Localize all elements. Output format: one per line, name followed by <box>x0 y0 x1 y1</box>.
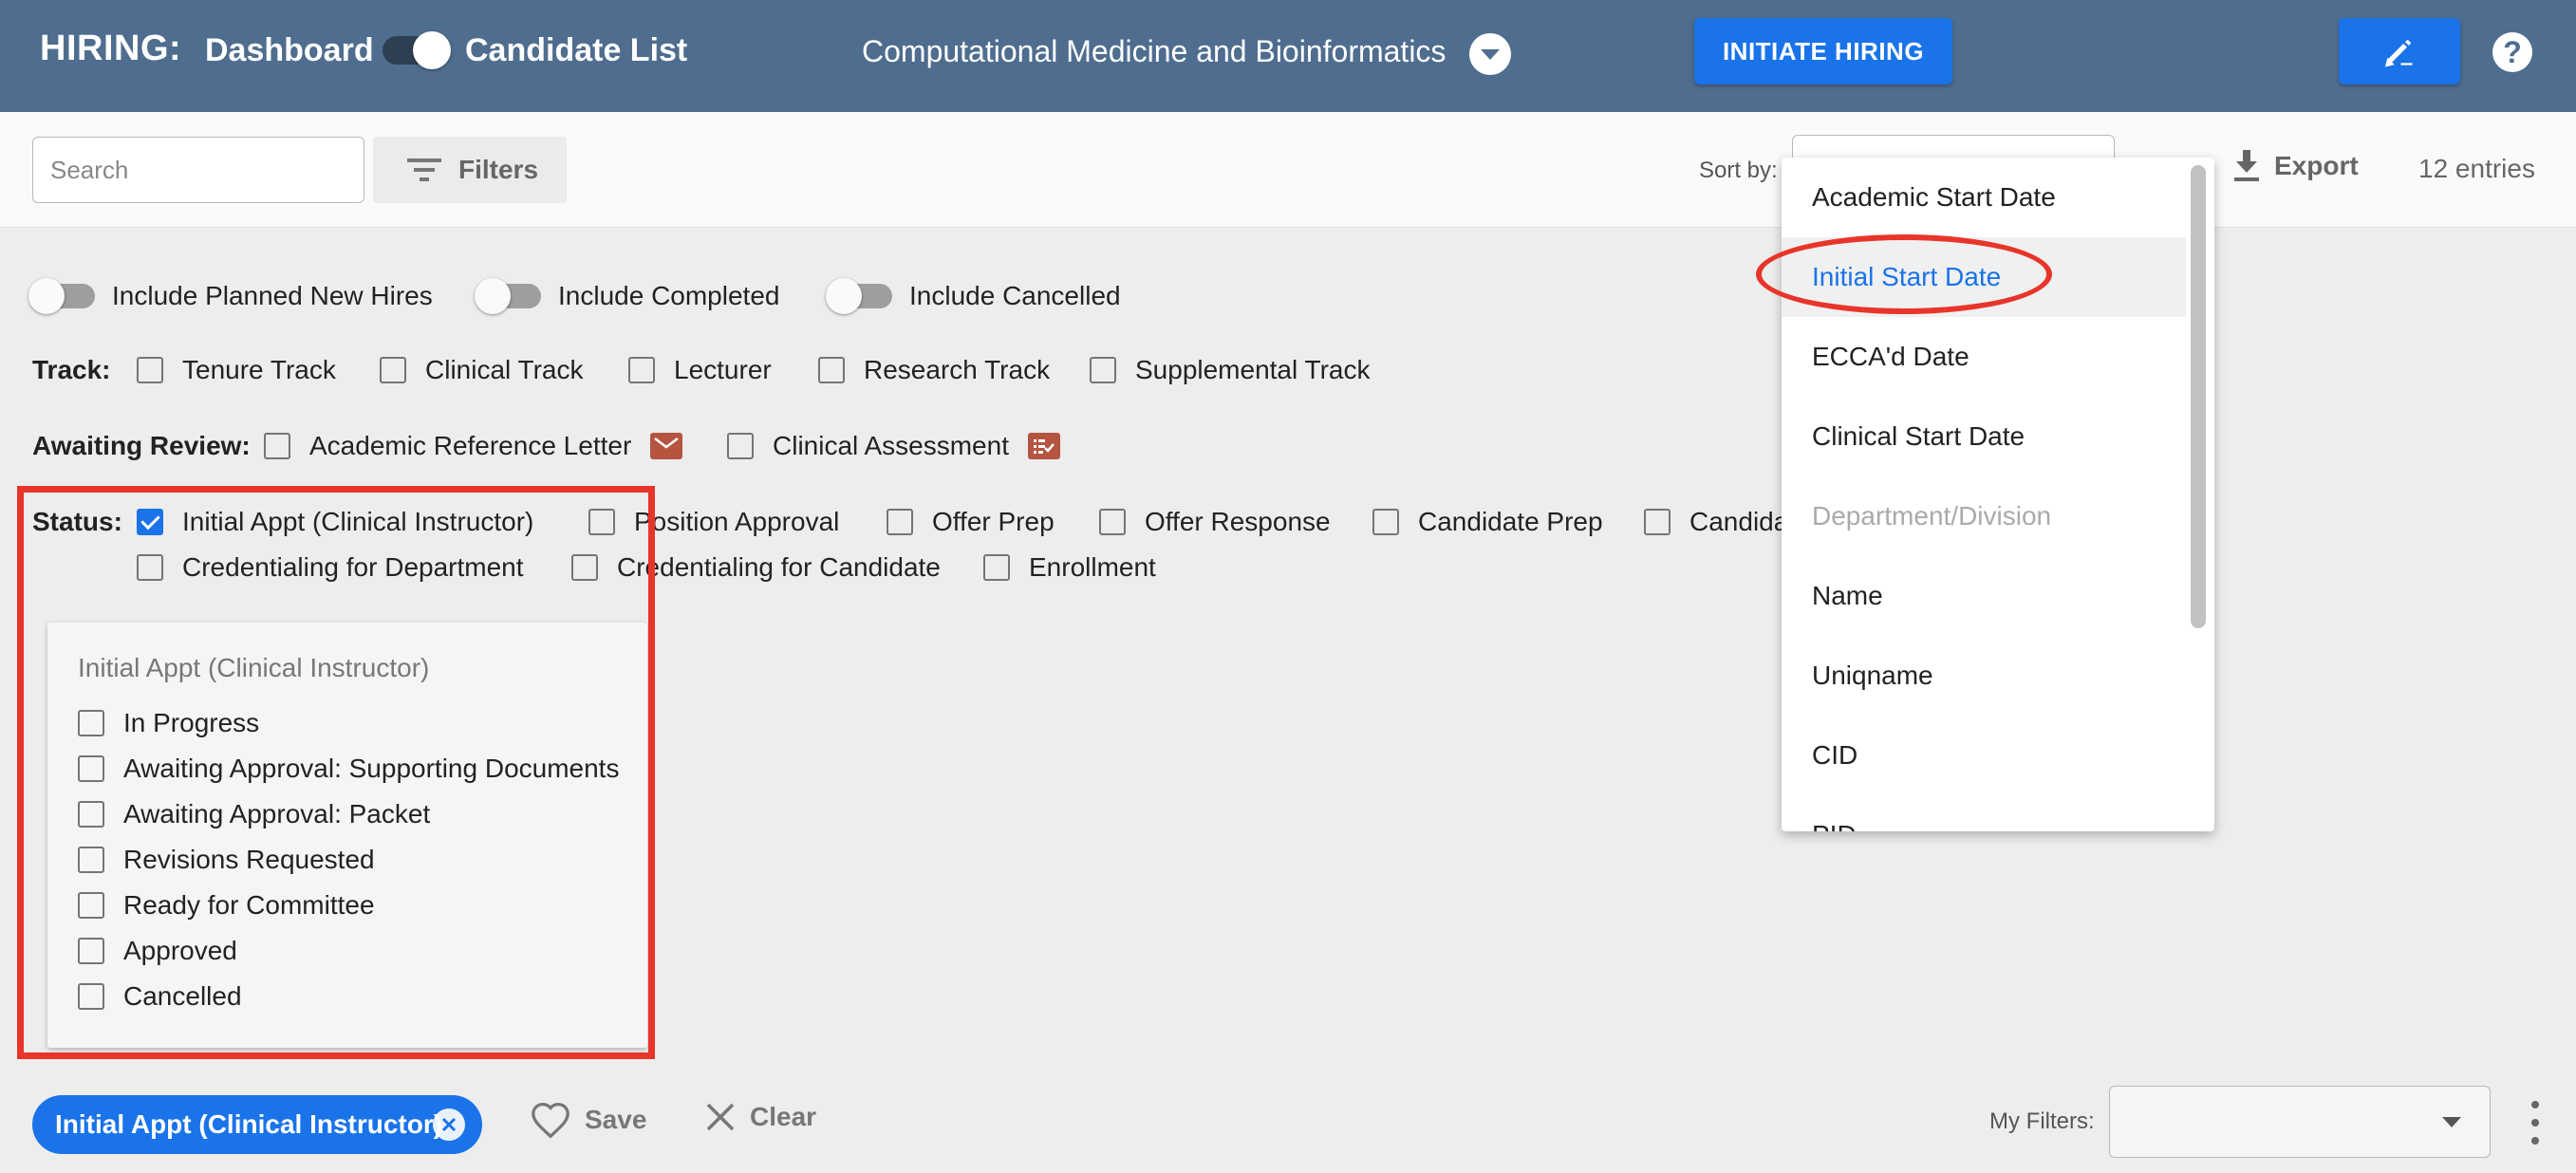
sort-option-department-division: Department/Division <box>1812 501 2052 531</box>
heart-icon <box>532 1102 569 1139</box>
envelope-icon <box>650 433 683 459</box>
clear-label: Clear <box>750 1102 817 1131</box>
sort-option-pid[interactable]: PID <box>1782 795 2186 831</box>
view-toggle-knob <box>413 31 451 69</box>
toggle-label: Include Completed <box>558 281 780 310</box>
save-label: Save <box>585 1105 647 1134</box>
sort-option-name[interactable]: Name <box>1782 556 2186 636</box>
view-toggle[interactable] <box>383 31 451 69</box>
filters-label: Filters <box>458 155 539 184</box>
toggle-cancelled[interactable]: Include Cancelled <box>826 278 1121 314</box>
awaiting-review-label: Awaiting Review: <box>32 431 251 460</box>
status-enrollment-checkbox[interactable]: Enrollment <box>983 552 1156 583</box>
status-offer-prep-checkbox[interactable]: Offer Prep <box>887 507 1055 537</box>
clear-button[interactable]: Clear <box>704 1101 816 1133</box>
dashboard-view-link[interactable]: Dashboard <box>205 32 374 69</box>
track-label: Track: <box>32 355 111 384</box>
track-supplemental-checkbox[interactable]: Supplemental Track <box>1090 355 1370 385</box>
sort-option-eccad-date[interactable]: ECCA'd Date <box>1782 317 2186 397</box>
save-button[interactable]: Save <box>530 1101 646 1139</box>
toggle-switch[interactable] <box>826 278 892 314</box>
close-icon <box>706 1103 735 1131</box>
review-reference-letter-checkbox[interactable]: Academic Reference Letter <box>264 431 683 461</box>
search-input[interactable] <box>32 137 364 203</box>
department-select[interactable]: Computational Medicine and Bioinformatic… <box>862 34 1446 69</box>
track-lecturer-checkbox[interactable]: Lecturer <box>628 355 772 385</box>
app-label: HIRING: <box>40 28 182 68</box>
track-tenure-checkbox[interactable]: Tenure Track <box>137 355 336 385</box>
toggle-label: Include Planned New Hires <box>112 281 433 310</box>
dropdown-scrollbar[interactable] <box>2191 165 2206 628</box>
sort-option-clinical-start-date[interactable]: Clinical Start Date <box>1782 397 2186 476</box>
candidate-list-view-link[interactable]: Candidate List <box>465 32 687 69</box>
sort-by-label: Sort by: <box>1699 158 1778 183</box>
track-research-checkbox[interactable]: Research Track <box>818 355 1050 385</box>
status-candidate-checkbox[interactable]: Candida <box>1644 507 1788 537</box>
close-icon[interactable] <box>433 1108 465 1141</box>
highlight-ellipse <box>1756 234 2052 314</box>
toggle-completed[interactable]: Include Completed <box>475 278 780 314</box>
toggle-switch[interactable] <box>475 278 541 314</box>
export-button[interactable]: Export <box>2232 150 2359 182</box>
edit-pencil-icon <box>2384 40 2413 67</box>
help-icon[interactable]: ? <box>2492 32 2532 72</box>
toggle-label: Include Cancelled <box>909 281 1121 310</box>
edit-button[interactable] <box>2339 18 2460 84</box>
checklist-icon <box>1027 433 1060 459</box>
download-icon <box>2234 150 2259 181</box>
app-header: HIRING: Dashboard Candidate List Computa… <box>0 0 2576 112</box>
highlight-rectangle <box>17 486 655 1059</box>
filters-button[interactable]: Filters <box>373 137 567 203</box>
toggle-switch[interactable] <box>28 278 95 314</box>
toggle-planned-new-hires[interactable]: Include Planned New Hires <box>28 278 433 314</box>
sort-option-academic-start-date[interactable]: Academic Start Date <box>1782 158 2186 237</box>
entries-count: 12 entries <box>2418 154 2535 183</box>
filter-icon <box>407 158 441 181</box>
status-candidate-prep-checkbox[interactable]: Candidate Prep <box>1372 507 1603 537</box>
sort-option-uniqname[interactable]: Uniqname <box>1782 636 2186 716</box>
sort-option-cid[interactable]: CID <box>1782 716 2186 795</box>
chevron-down-icon[interactable] <box>1469 33 1511 75</box>
chip-label: Initial Appt (Clinical Instructor) <box>55 1109 443 1139</box>
track-clinical-checkbox[interactable]: Clinical Track <box>380 355 583 385</box>
export-label: Export <box>2274 151 2359 180</box>
more-vert-icon[interactable] <box>2529 1101 2542 1145</box>
my-filters-label: My Filters: <box>1989 1108 2095 1134</box>
status-offer-response-checkbox[interactable]: Offer Response <box>1099 507 1331 537</box>
review-clinical-assessment-checkbox[interactable]: Clinical Assessment <box>727 431 1060 461</box>
my-filters-select[interactable] <box>2109 1086 2491 1158</box>
initiate-hiring-button[interactable]: INITIATE HIRING <box>1694 18 1952 84</box>
active-filter-chip[interactable]: Initial Appt (Clinical Instructor) <box>32 1095 482 1154</box>
